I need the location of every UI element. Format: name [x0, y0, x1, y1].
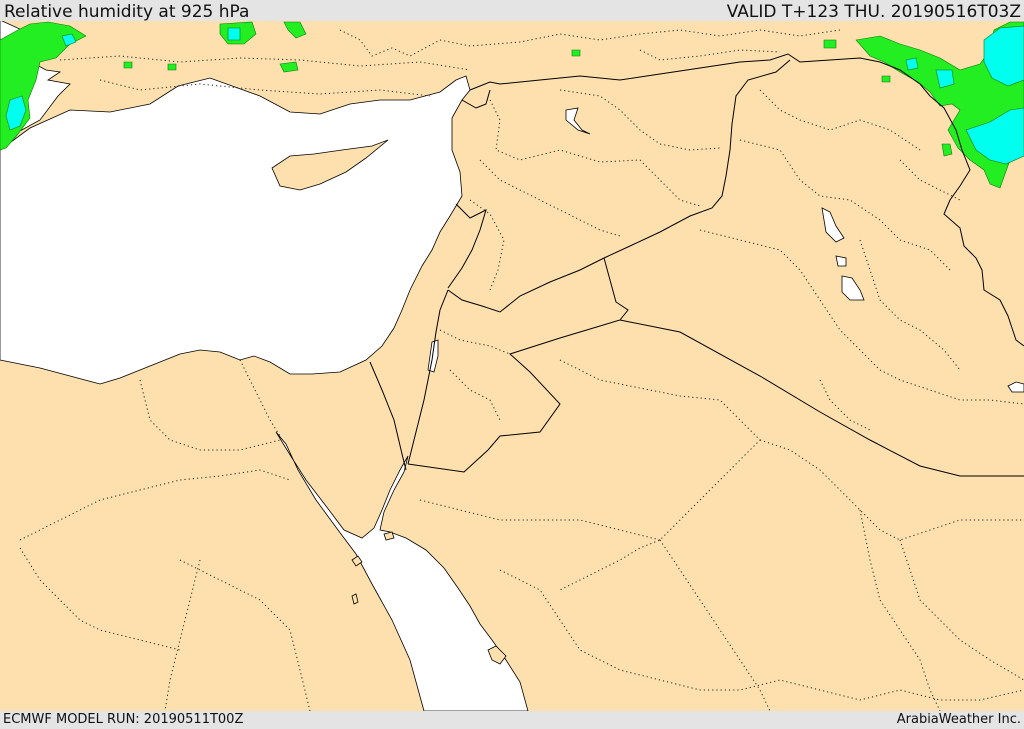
humidity-zone-cyan-iran-4 [905, 57, 919, 71]
humidity-zone-anatolia-7 [823, 39, 837, 49]
map-title: Relative humidity at 925 hPa [4, 2, 250, 22]
credit: ArabiaWeather Inc. [896, 712, 1021, 727]
footer-bar: ECMWF MODEL RUN: 20190511T00Z ArabiaWeat… [0, 711, 1024, 729]
humidity-zone-cyan-anatolia [227, 27, 241, 41]
model-run: ECMWF MODEL RUN: 20190511T00Z [3, 712, 244, 727]
humidity-zone-iran-small-2 [881, 75, 891, 83]
valid-time: VALID T+123 THU. 20190516T03Z [726, 2, 1021, 22]
header-bar: Relative humidity at 925 hPa VALID T+123… [0, 0, 1024, 22]
humidity-zone-anatolia-3 [123, 61, 133, 69]
humidity-map [0, 21, 1024, 711]
humidity-zone-anatolia-4 [167, 63, 177, 71]
humidity-zone-anatolia-6 [571, 49, 581, 57]
humidity-zone-iran-small [941, 143, 953, 157]
lake-habbaniyah [835, 255, 847, 267]
